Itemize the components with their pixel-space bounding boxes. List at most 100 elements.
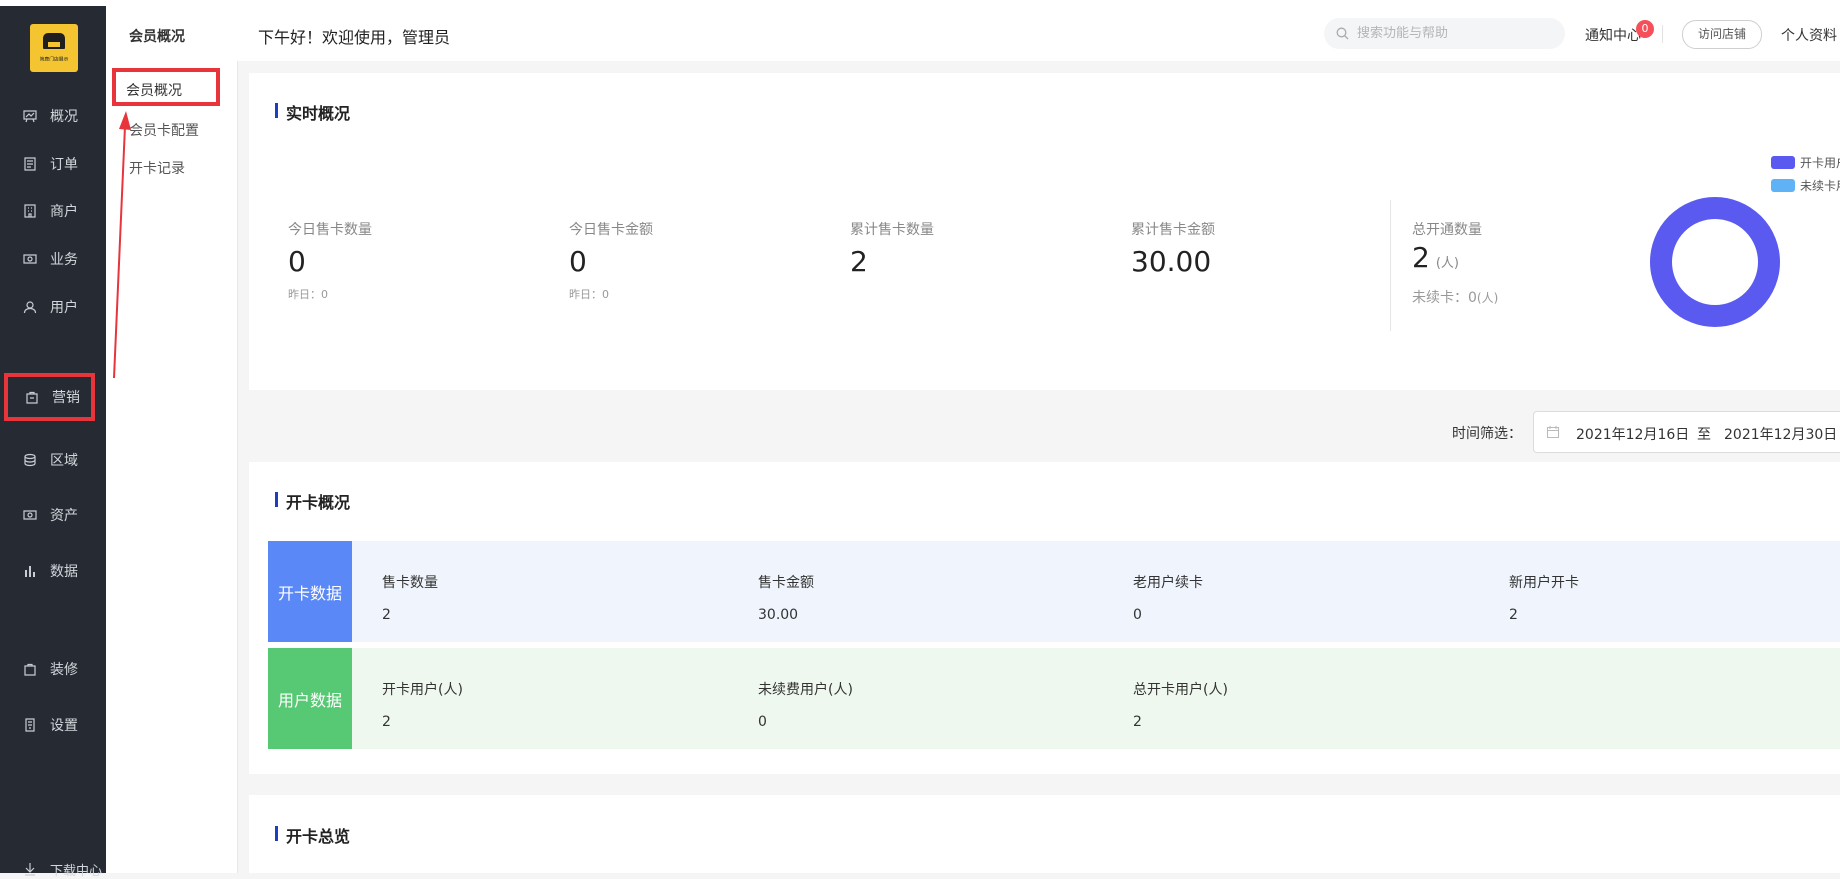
top-header: 下午好！欢迎使用，管理员 通知中心 0 访问店铺 个人资料 — [237, 6, 1840, 61]
search-input[interactable] — [1355, 25, 1559, 42]
cell-value: 30.00 — [758, 607, 799, 623]
subnav-item-open-records[interactable]: 开卡记录 — [129, 158, 185, 178]
layers-icon — [22, 452, 38, 468]
unrenewed-unit: (人) — [1476, 291, 1499, 305]
download-icon — [22, 861, 38, 877]
cash-icon — [22, 507, 38, 523]
cell-value: 0 — [1133, 607, 1142, 623]
nav-label: 下载中心 — [50, 863, 103, 879]
total-open-value: 2 (人) — [1412, 241, 1459, 274]
realtime-overview-panel: 实时概况 今日售卡数量 0 昨日：0 今日售卡金额 0 昨日：0 累计售卡数量 … — [249, 73, 1840, 390]
legend-swatch — [1771, 156, 1795, 169]
nav-item-merchants[interactable]: 商户 — [0, 189, 106, 233]
user-icon — [22, 299, 38, 315]
card-data-row: 开卡数据 售卡数量 2 售卡金额 30.00 老用户续卡 0 新用户开卡 2 — [268, 541, 1840, 642]
bar-chart-icon — [22, 563, 38, 579]
date-separator: 至 — [1697, 427, 1711, 443]
legend-item-unrenewed-users[interactable]: 未续卡用户 — [1771, 177, 1840, 194]
subnav-item-label: 会员概况 — [126, 83, 182, 99]
visit-store-button[interactable]: 访问店铺 — [1682, 20, 1762, 49]
logo-text: 简鹿门店展示 — [39, 56, 69, 63]
user-data-tag: 用户数据 — [268, 648, 352, 749]
section-title: 开卡总览 — [275, 823, 350, 847]
shopping-bag-icon — [22, 661, 38, 677]
nav-item-overview[interactable]: 概况 — [0, 94, 106, 138]
nav-label: 商户 — [50, 204, 78, 220]
nav-item-download-center[interactable]: 下载中心 — [0, 859, 106, 879]
nav-label: 业务 — [50, 252, 78, 268]
nav-label: 用户 — [50, 300, 78, 316]
nav-label: 数据 — [50, 564, 78, 580]
date-range-picker[interactable]: 2021年12月16日 至 2021年12月30日 — [1533, 411, 1840, 453]
date-start[interactable]: 2021年12月16日 — [1576, 424, 1689, 444]
member-donut-chart — [1650, 197, 1780, 327]
nav-label: 订单 — [50, 157, 78, 173]
open-card-summary-panel: 开卡总览 — [249, 795, 1840, 873]
notification-center-link[interactable]: 通知中心 — [1585, 25, 1641, 45]
stat-yesterday: 昨日：0 — [569, 288, 609, 301]
stat-value: 2 — [850, 245, 868, 278]
cell-old-user-renew: 老用户续卡 0 — [1133, 572, 1203, 623]
section-title: 开卡概况 — [275, 489, 350, 513]
legend-item-open-users[interactable]: 开卡用户 — [1771, 154, 1840, 171]
user-data-row: 用户数据 开卡用户(人) 2 未续费用户(人) 0 总开卡用户(人) 2 — [268, 648, 1840, 749]
cell-value: 2 — [382, 607, 391, 623]
cell-header: 未续费用户(人) — [758, 682, 853, 698]
stat-yesterday: 昨日：0 — [288, 288, 328, 301]
subnav-item-member-overview[interactable]: 会员概况 — [112, 68, 220, 106]
search-box[interactable] — [1324, 18, 1565, 49]
cell-value: 2 — [1509, 607, 1518, 623]
nav-item-users[interactable]: 用户 — [0, 285, 106, 329]
nav-label: 装修 — [50, 662, 78, 678]
nav-label: 区域 — [50, 453, 78, 469]
cell-header: 新用户开卡 — [1509, 575, 1579, 591]
nav-item-assets[interactable]: 资产 — [0, 493, 106, 537]
nav-item-settings[interactable]: 设置 — [0, 703, 106, 747]
subnav-title: 会员概况 — [129, 29, 185, 45]
stat-value: 30.00 — [1131, 245, 1212, 278]
nav-item-business[interactable]: 业务 — [0, 237, 106, 281]
stat-today-card-count: 今日售卡数量 0 昨日：0 — [288, 219, 372, 302]
nav-item-decoration[interactable]: 装修 — [0, 647, 106, 691]
nav-label: 资产 — [50, 508, 78, 524]
stat-value: 0 — [569, 245, 587, 278]
cell-open-users: 开卡用户(人) 2 — [382, 679, 463, 730]
nav-label: 概况 — [50, 109, 78, 125]
document-icon — [22, 156, 38, 172]
nav-item-orders[interactable]: 订单 — [0, 142, 106, 186]
nav-label: 营销 — [52, 390, 80, 406]
cell-header: 售卡金额 — [758, 575, 814, 591]
date-end[interactable]: 2021年12月30日 — [1724, 424, 1837, 444]
stat-label: 累计售卡数量 — [850, 222, 934, 238]
bag-icon — [24, 389, 40, 405]
chart-board-icon — [22, 108, 38, 124]
legend-label: 开卡用户 — [1800, 156, 1840, 170]
profile-link[interactable]: 个人资料 — [1781, 25, 1837, 45]
stat-today-card-amount: 今日售卡金额 0 昨日：0 — [569, 219, 653, 302]
card-data-tag: 开卡数据 — [268, 541, 352, 642]
store-logo[interactable]: 简鹿门店展示 — [30, 24, 78, 72]
cell-value: 2 — [1133, 714, 1142, 730]
building-icon — [22, 203, 38, 219]
store-icon — [43, 33, 65, 49]
total-open-number: 2 — [1412, 241, 1430, 274]
stat-label: 今日售卡金额 — [569, 222, 653, 238]
header-divider — [1662, 25, 1663, 43]
stat-value: 0 — [288, 245, 306, 278]
cell-value: 0 — [758, 714, 767, 730]
cell-card-amount: 售卡金额 30.00 — [758, 572, 814, 623]
stat-label: 累计售卡金额 — [1131, 222, 1215, 238]
cell-total-open-users: 总开卡用户(人) 2 — [1133, 679, 1228, 730]
time-filter-label: 时间筛选： — [1452, 426, 1522, 442]
search-icon — [1336, 27, 1349, 40]
legend-swatch — [1771, 179, 1795, 192]
nav-item-data[interactable]: 数据 — [0, 549, 106, 593]
nav-item-marketing[interactable]: 营销 — [4, 373, 95, 421]
nav-item-region[interactable]: 区域 — [0, 438, 106, 482]
section-title: 实时概况 — [275, 100, 350, 124]
cell-card-count: 售卡数量 2 — [382, 572, 438, 623]
money-icon — [22, 251, 38, 267]
main-sidebar: 简鹿门店展示 概况 订单 商户 业务 用户 营销 区域 资产 数据 装修 设置 … — [0, 6, 106, 879]
cell-header: 售卡数量 — [382, 575, 438, 591]
subnav-item-card-config[interactable]: 会员卡配置 — [129, 120, 199, 140]
